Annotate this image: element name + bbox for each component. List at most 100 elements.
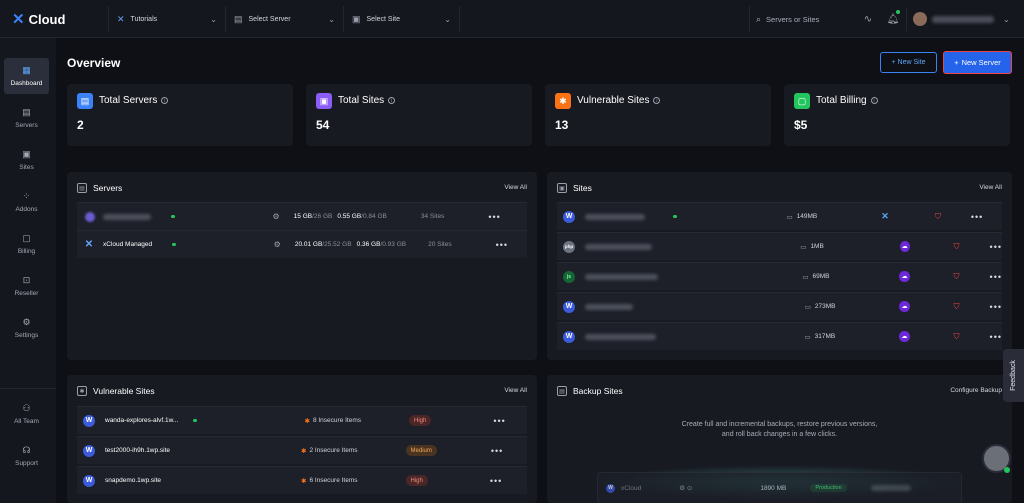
stat-card-vulnerable-sites[interactable]: ✱ Vulnerable Sites i 13 [545, 84, 771, 146]
disk-icon: ▭ [802, 273, 809, 281]
table-row[interactable]: W ▭ 317MB ☁ ⛉ ••• [557, 322, 1002, 350]
gear-icon: ⚙ [22, 317, 31, 327]
stat-label: Total Billing [816, 95, 867, 106]
ram-used: 0.55 GB [337, 213, 362, 220]
vulnerable-view-all-link[interactable]: View All [504, 387, 527, 394]
more-options-icon[interactable]: ••• [971, 212, 983, 222]
stat-value: 13 [555, 118, 569, 132]
sidebar-item-reseller[interactable]: ⊡ Reseller [4, 268, 49, 304]
stat-title: Total Billing i [816, 95, 878, 106]
site-name: snapdemo.1wp.site [105, 477, 162, 484]
disk-icon: ▭ [786, 213, 793, 221]
plus-icon: + [891, 59, 896, 66]
table-row[interactable]: ✕ xCloud Managed ⚙ 20.01 GB/25.52 GB 0.3… [77, 230, 527, 258]
sidebar-item-label: Servers [15, 122, 38, 129]
disk-icon: ▭ [804, 333, 811, 341]
insecure-items: 6 Insecure Items [309, 477, 358, 484]
more-options-icon[interactable]: ••• [990, 272, 1002, 282]
more-options-icon[interactable]: ••• [990, 302, 1002, 312]
table-row[interactable]: W test2000-ih9h.1wp.site ✱ 2 Insecure It… [77, 436, 527, 464]
servers-view-all-link[interactable]: View All [504, 184, 527, 191]
info-icon[interactable]: i [388, 97, 396, 104]
php-icon: php [563, 240, 575, 253]
xcloud-logo-icon: ✕ [12, 11, 25, 28]
table-row[interactable]: W wanda-explores-alvf.1w... ✱ 8 Insecure… [77, 406, 527, 434]
disk-used: 20.01 GB [294, 241, 323, 248]
alert-icon: ✱ [304, 417, 310, 425]
sidebar-item-sites[interactable]: ▣ Sites [4, 142, 49, 178]
stat-card-total-servers[interactable]: ▤ Total Servers i 2 [67, 84, 293, 146]
shield-icon[interactable]: ⛉ [954, 302, 960, 312]
xcloud-logo[interactable]: ✕ Cloud [12, 10, 65, 28]
sidebar-item-all-team[interactable]: ⚇ All Team [4, 396, 49, 432]
panel-header: ✱ Vulnerable Sites [77, 386, 155, 396]
sidebar-item-support[interactable]: ☊ Support [4, 438, 49, 474]
sites-panel: ▣ Sites View All W ▭ 149MB ✕ ⛉ ••• php ▭… [547, 172, 1012, 360]
more-options-icon[interactable]: ••• [493, 416, 505, 426]
bug-icon: ✱ [555, 93, 571, 109]
cloud-icon: ☁ [899, 241, 910, 252]
sidebar-item-billing[interactable]: ▢ Billing [4, 226, 49, 262]
info-icon[interactable]: i [870, 97, 878, 104]
settings-icon[interactable]: ⚙ [273, 212, 280, 221]
more-options-icon[interactable]: ••• [990, 332, 1002, 342]
panel-title: Vulnerable Sites [93, 386, 155, 396]
table-row[interactable]: php ▭ 1MB ☁ ⛉ ••• [557, 232, 1002, 260]
tutorials-label: Tutorials [130, 15, 158, 23]
site-name-redacted [585, 303, 633, 310]
table-row[interactable]: ⚙ 15 GB/26 GB 0.55 GB/0.84 GB 34 Sites •… [77, 202, 527, 230]
table-row[interactable]: js ▭ 69MB ☁ ⛉ ••• [557, 262, 1002, 290]
avatar [913, 12, 927, 26]
settings-icon[interactable]: ⚙ [274, 240, 281, 249]
server-icon: ▤ [22, 107, 31, 117]
disk-icon: ▭ [800, 243, 807, 251]
wordpress-icon: W [83, 414, 95, 427]
new-server-button[interactable]: + New Server [943, 51, 1012, 74]
sidebar-item-servers[interactable]: ▤ Servers [4, 100, 49, 136]
panel-title: Sites [573, 183, 592, 193]
sites-view-all-link[interactable]: View All [979, 184, 1002, 191]
table-row[interactable]: W ▭ 149MB ✕ ⛉ ••• [557, 202, 1002, 230]
shield-icon[interactable]: ⛉ [954, 272, 960, 282]
chevron-down-icon: ⌄ [444, 14, 451, 24]
stat-value: $5 [794, 118, 808, 132]
activity-icon[interactable]: ∿ [861, 12, 875, 26]
more-options-icon[interactable]: ••• [490, 476, 502, 486]
shield-icon[interactable]: ⛉ [935, 212, 941, 222]
select-site-dropdown[interactable]: ▣ Select Site ⌄ [344, 6, 460, 32]
search-input[interactable]: ⌕ Servers or Sites [749, 6, 849, 32]
search-icon: ⌕ [756, 13, 762, 24]
stat-value: 54 [316, 118, 330, 132]
sidebar-item-dashboard[interactable]: ▦ Dashboard [4, 58, 49, 94]
info-icon[interactable]: i [653, 97, 661, 104]
sidebar-item-settings[interactable]: ⚙ Settings [4, 310, 49, 346]
backup-preview-row: W xCloud ⚙ ⊙ 1890 MB Production [597, 472, 962, 503]
more-options-icon[interactable]: ••• [496, 240, 508, 250]
more-options-icon[interactable]: ••• [990, 242, 1002, 252]
table-row[interactable]: W ▭ 273MB ☁ ⛉ ••• [557, 292, 1002, 320]
configure-backup-link[interactable]: Configure Backup [950, 387, 1002, 394]
shield-icon[interactable]: ⛉ [954, 332, 960, 342]
info-icon[interactable]: i [161, 97, 169, 104]
stat-card-total-billing[interactable]: ▢ Total Billing i $5 [784, 84, 1010, 146]
more-options-icon[interactable]: ••• [491, 446, 503, 456]
wordpress-icon: W [83, 474, 95, 487]
site-size: 273MB [814, 303, 836, 310]
server-icon: ▤ [77, 93, 93, 109]
stat-card-total-sites[interactable]: ▣ Total Sites i 54 [306, 84, 532, 146]
feedback-tab[interactable]: Feedback [1003, 349, 1024, 402]
site-count: 20 Sites [428, 241, 452, 248]
site-size: 1MB [810, 243, 824, 250]
shield-icon[interactable]: ⛉ [954, 242, 960, 252]
select-server-dropdown[interactable]: ▤ Select Server ⌄ [226, 6, 344, 32]
new-site-button[interactable]: + New Site [880, 52, 937, 73]
table-row[interactable]: W snapdemo.1wp.site ✱ 6 Insecure Items H… [77, 466, 527, 494]
more-options-icon[interactable]: ••• [488, 212, 500, 222]
wordpress-icon: W [563, 330, 575, 343]
tutorials-dropdown[interactable]: ✕ Tutorials ⌄ [108, 6, 226, 32]
user-menu[interactable]: ⌄ [906, 7, 1018, 31]
server-icon: ▤ [77, 183, 87, 193]
bell-icon[interactable]: 🔔︎ [886, 12, 900, 26]
ram-used: 0.36 GB [356, 241, 381, 248]
sidebar-item-addons[interactable]: ⁘ Addons [4, 184, 49, 220]
